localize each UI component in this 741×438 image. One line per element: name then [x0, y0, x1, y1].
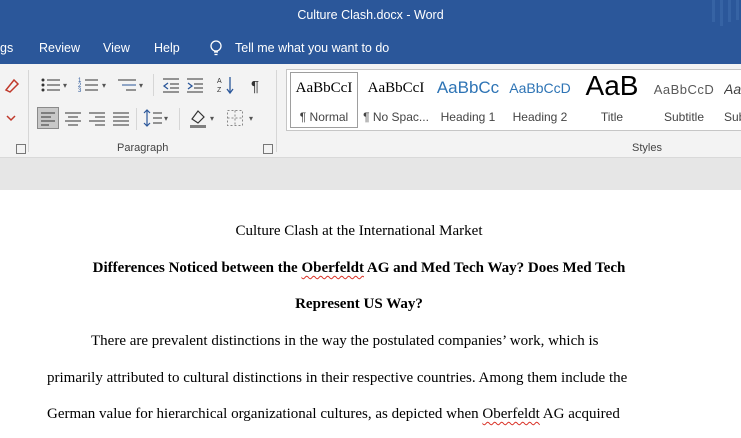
style-name: ¶ No Spac... — [363, 110, 429, 124]
style-no-spacing[interactable]: AaBbCcI ¶ No Spac... — [360, 70, 432, 130]
decrease-indent-icon[interactable] — [161, 76, 181, 94]
group-separator — [153, 74, 154, 96]
svg-text:Z: Z — [217, 87, 222, 94]
document-page[interactable]: Culture Clash at the International Marke… — [0, 190, 741, 438]
lightbulb-icon[interactable] — [208, 39, 224, 57]
shading-icon[interactable] — [188, 107, 208, 129]
svg-text:A: A — [217, 78, 222, 85]
align-center-icon[interactable] — [63, 107, 83, 129]
paragraph-line: German value for hierarchical organizati… — [47, 406, 620, 423]
style-name: Sub — [724, 110, 741, 124]
numbering-icon[interactable]: 1 2 3 — [78, 76, 100, 94]
spelling-error-word[interactable]: Oberfeldt — [482, 406, 539, 422]
styles-group-label: Styles — [632, 142, 662, 154]
titlebar-decoration — [720, 0, 723, 26]
document-heading-line2: Represent US Way? — [295, 296, 423, 312]
tab-view[interactable]: View — [103, 41, 130, 55]
paragraph-line: primarily attributed to cultural distinc… — [47, 370, 628, 386]
title-bar: Culture Clash.docx - Word — [0, 0, 741, 33]
chevron-down-icon[interactable]: ▾ — [63, 81, 67, 90]
tell-me-search[interactable]: Tell me what you want to do — [235, 41, 389, 55]
sort-icon[interactable]: A Z — [216, 75, 236, 95]
tab-help[interactable]: Help — [154, 41, 180, 55]
style-heading-1[interactable]: AaBbCc Heading 1 — [432, 70, 504, 130]
style-name: Title — [600, 110, 624, 124]
font-color-dropdown-icon[interactable] — [4, 112, 18, 124]
style-sample: AaBbC — [724, 81, 741, 97]
style-normal[interactable]: AaBbCcI ¶ Normal — [288, 70, 360, 130]
style-subtitle[interactable]: AaBbCcD Subtitle — [648, 70, 720, 130]
style-name: Heading 2 — [512, 110, 568, 124]
style-sample: AaB — [585, 70, 639, 101]
titlebar-decoration — [736, 0, 739, 20]
group-separator — [28, 70, 29, 152]
paragraph-group-label: Paragraph — [117, 142, 169, 154]
chevron-down-icon[interactable]: ▾ — [139, 81, 143, 90]
style-sample: AaBbCcI — [295, 80, 353, 96]
style-title[interactable]: AaB Title — [576, 70, 648, 130]
tab-designs[interactable]: gs — [0, 41, 13, 55]
ribbon: ▾ 1 2 3 ▾ ▾ A Z ¶ ▾ ▾ ▾ Paragraph AaBbCc… — [0, 64, 741, 158]
window-title: Culture Clash.docx - Word — [297, 8, 444, 22]
style-sample: AaBbCcI — [367, 80, 425, 96]
paragraph-line: There are prevalent distinctions in the … — [91, 333, 599, 349]
heading-text: AG and Med Tech Way? Does Med Tech — [363, 260, 626, 276]
ribbon-tabs: gs Review View Help Tell me what you wan… — [0, 33, 741, 64]
style-name: Heading 1 — [440, 110, 496, 124]
group-separator — [179, 108, 180, 130]
heading-text: Differences Noticed between the — [92, 260, 302, 276]
paragraph-text: German value for hierarchical organizati… — [47, 406, 483, 422]
borders-icon[interactable] — [226, 109, 244, 127]
style-name: ¶ Normal — [299, 110, 349, 124]
document-heading-line1: Differences Noticed between the Oberfeld… — [0, 260, 718, 277]
font-dialog-launcher-icon[interactable] — [16, 144, 26, 154]
align-right-icon[interactable] — [87, 107, 107, 129]
chevron-down-icon[interactable]: ▾ — [102, 81, 106, 90]
chevron-down-icon[interactable]: ▾ — [210, 114, 214, 123]
chevron-down-icon[interactable]: ▾ — [164, 114, 168, 123]
style-sample: AaBbCcD — [509, 80, 571, 96]
style-sample: AaBbCcD — [653, 82, 715, 97]
ruler-area — [0, 158, 741, 190]
chevron-down-icon[interactable]: ▾ — [249, 114, 253, 123]
highlighter-icon[interactable] — [2, 76, 20, 96]
justify-icon[interactable] — [111, 107, 131, 129]
bullets-icon[interactable] — [40, 76, 62, 94]
group-separator — [276, 70, 277, 152]
group-separator — [136, 108, 137, 130]
spelling-error-word[interactable]: Oberfeldt — [301, 260, 363, 276]
paragraph-text: AG acquired — [539, 406, 620, 422]
multilevel-list-icon[interactable] — [116, 76, 138, 94]
svg-text:¶: ¶ — [251, 78, 259, 94]
titlebar-decoration — [728, 0, 731, 22]
style-heading-2[interactable]: AaBbCcD Heading 2 — [504, 70, 576, 130]
styles-gallery: AaBbCcI ¶ Normal AaBbCcI ¶ No Spac... Aa… — [286, 69, 741, 131]
svg-text:3: 3 — [78, 88, 82, 94]
tab-review[interactable]: Review — [39, 41, 80, 55]
pilcrow-icon[interactable]: ¶ — [249, 76, 265, 94]
line-spacing-icon[interactable] — [143, 107, 163, 129]
style-name: Subtitle — [663, 110, 705, 124]
style-subtle-emphasis[interactable]: AaBbC Sub — [720, 70, 741, 130]
increase-indent-icon[interactable] — [185, 76, 205, 94]
titlebar-decoration — [712, 0, 715, 22]
paragraph-dialog-launcher-icon[interactable] — [263, 144, 273, 154]
align-left-icon[interactable] — [37, 107, 59, 129]
document-title: Culture Clash at the International Marke… — [235, 223, 483, 239]
style-sample: AaBbCc — [436, 78, 500, 97]
